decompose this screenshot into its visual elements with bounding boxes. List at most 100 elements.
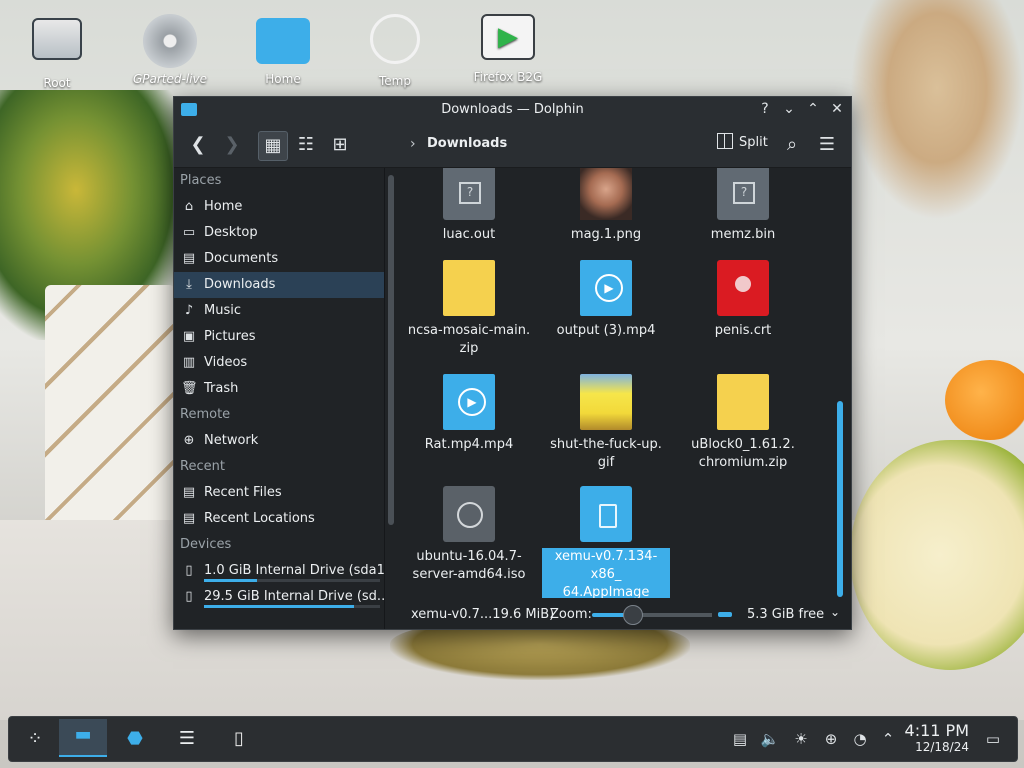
application-launcher-icon[interactable]: ⁘: [19, 723, 51, 755]
desktop-icon-label: Home: [265, 72, 301, 86]
title-bar[interactable]: Downloads — Dolphin ? ⌄ ⌃ ✕: [174, 97, 851, 123]
desktop-icon-root[interactable]: Root: [12, 14, 102, 90]
sidebar-item-pictures[interactable]: ▣ Pictures: [174, 324, 384, 350]
maximize-button[interactable]: ⌃: [804, 100, 822, 118]
split-button[interactable]: Split: [717, 133, 768, 157]
desktop-icon-label: Firefox B2G: [473, 70, 543, 84]
taskbar-dolphin[interactable]: ▬: [59, 719, 107, 757]
sidebar-item-trash[interactable]: 🗑 Trash: [174, 376, 384, 402]
trash-icon: 🗑: [181, 381, 198, 396]
zoom-slider-handle[interactable]: [622, 605, 643, 625]
sidebar-item-label: 1.0 GiB Internal Drive (sda1): [204, 563, 384, 578]
compact-view-button[interactable]: ☷: [292, 131, 320, 159]
file-thumbnail: [717, 260, 769, 316]
file-view-scrollbar[interactable]: [837, 401, 843, 597]
sidebar-item-label: Downloads: [204, 277, 276, 292]
clock-time: 4:11 PM: [904, 721, 969, 740]
file-item[interactable]: penis.crt: [679, 260, 807, 340]
sidebar-item-music[interactable]: ♪ Music: [174, 298, 384, 324]
file-thumbnail: [717, 374, 769, 430]
search-button[interactable]: ⌕: [778, 131, 806, 159]
file-view[interactable]: luac.out mag.1.png memz.bin ncsa-mosaic-mai…: [405, 168, 827, 598]
minimize-button[interactable]: ⌄: [780, 100, 798, 118]
free-space-label[interactable]: 5.3 GiB free: [747, 607, 824, 622]
taskbar-document[interactable]: ▯: [223, 723, 255, 755]
sidebar-item-videos[interactable]: ▥ Videos: [174, 350, 384, 376]
updates-icon[interactable]: ◔: [850, 729, 870, 749]
breadcrumb-downloads[interactable]: Downloads: [427, 136, 507, 151]
wallpaper-decor: [850, 0, 1024, 220]
forward-button[interactable]: ❯: [218, 131, 246, 159]
sidebar-item-network[interactable]: ⊕ Network: [174, 428, 384, 454]
drive-usage-bar: [204, 605, 380, 608]
recent-locations-icon: ▤: [182, 511, 196, 526]
taskbar-system-settings[interactable]: ☰: [171, 723, 203, 755]
wallpaper-pot: [45, 285, 175, 525]
desktop-icon: ▭: [182, 225, 196, 240]
desktop-icon-label: Root: [43, 76, 71, 90]
network-icon: ⊕: [183, 433, 195, 448]
places-panel: Places ⌂ Home ▭ Desktop ▤ Documents ⤓ Downlo…: [174, 168, 385, 629]
clipboard-icon[interactable]: ▤: [730, 729, 750, 749]
zoom-slider[interactable]: [592, 613, 712, 617]
user-icon: [370, 14, 420, 64]
recent-files-icon: ▤: [182, 485, 196, 500]
sidebar-item-desktop[interactable]: ▭ Desktop: [174, 220, 384, 246]
sidebar-item-downloads[interactable]: ⤓ Downloads: [174, 272, 384, 298]
details-view-button[interactable]: ⊞: [326, 131, 354, 159]
pictures-icon: ▣: [182, 329, 196, 344]
file-item[interactable]: xemu-v0.7.134-x86_ 64.AppImage: [542, 486, 670, 598]
back-button[interactable]: ❮: [184, 131, 212, 159]
desktop-icon-firefox-b2g[interactable]: ▶ Firefox B2G: [463, 14, 553, 84]
file-item[interactable]: memz.bin: [679, 168, 807, 244]
file-name: penis.crt: [714, 323, 772, 338]
taskbar-discover[interactable]: ⬣: [119, 723, 151, 755]
close-button[interactable]: ✕: [828, 100, 846, 118]
show-desktop-icon[interactable]: ▭: [983, 729, 1003, 749]
expand-tray-icon[interactable]: ⌃: [878, 729, 898, 749]
file-thumbnail: [580, 486, 632, 542]
desktop-icon-gparted[interactable]: GParted-live: [125, 14, 215, 86]
desktop-icon-label: GParted-live: [132, 72, 207, 86]
file-thumbnail: [580, 260, 632, 316]
file-thumbnail: [580, 374, 632, 430]
file-thumbnail: [580, 168, 632, 220]
file-name: shut-the-fuck-up. gif: [550, 437, 662, 470]
file-item[interactable]: mag.1.png: [542, 168, 670, 244]
sidebar-item-recent-locations[interactable]: ▤ Recent Locations: [174, 506, 384, 532]
sidebar-item-documents[interactable]: ▤ Documents: [174, 246, 384, 272]
chevron-down-icon[interactable]: ⌄: [830, 605, 840, 619]
digital-clock[interactable]: 4:11 PM 12/18/24: [899, 721, 969, 755]
file-item[interactable]: ubuntu-16.04.7- server-amd64.iso: [405, 486, 533, 584]
sidebar-scrollbar[interactable]: [388, 175, 394, 525]
file-item[interactable]: uBlock0_1.61.2. chromium.zip: [679, 374, 807, 472]
section-remote: Remote: [180, 407, 231, 422]
brightness-icon[interactable]: ☀: [791, 729, 811, 749]
file-name: ubuntu-16.04.7- server-amd64.iso: [412, 549, 526, 582]
network-icon[interactable]: ⊕: [821, 729, 841, 749]
file-item[interactable]: Rat.mp4.mp4: [405, 374, 533, 454]
sidebar-item-label: Documents: [204, 251, 279, 266]
drive-usage-fill: [204, 579, 257, 582]
sidebar-item-label: Videos: [204, 355, 248, 370]
sidebar-item-drive-sda1[interactable]: ▯ 1.0 GiB Internal Drive (sda1): [174, 558, 384, 584]
help-button[interactable]: ?: [756, 100, 774, 118]
sidebar-item-recent-files[interactable]: ▤ Recent Files: [174, 480, 384, 506]
file-item[interactable]: shut-the-fuck-up. gif: [542, 374, 670, 472]
sidebar-item-drive-sd[interactable]: ▯ 29.5 GiB Internal Drive (sd...: [174, 584, 384, 610]
sidebar-item-label: Pictures: [204, 329, 256, 344]
file-item[interactable]: luac.out: [405, 168, 533, 244]
toolbar: ❮ ❯ ▦ ☷ ⊞ › Downloads Split ⌕ ☰: [174, 123, 851, 168]
sidebar-item-label: Recent Locations: [204, 511, 315, 526]
file-item[interactable]: output (3).mp4: [542, 260, 670, 340]
sidebar-item-home[interactable]: ⌂ Home: [174, 194, 384, 220]
file-item[interactable]: ncsa-mosaic-main. zip: [405, 260, 533, 358]
volume-icon[interactable]: 🔈: [760, 729, 780, 749]
hamburger-menu-button[interactable]: ☰: [813, 131, 841, 159]
desktop-icon-temp[interactable]: Temp: [350, 14, 440, 88]
icons-view-button[interactable]: ▦: [258, 131, 288, 161]
home-icon: ⌂: [184, 199, 194, 214]
file-name: xemu-v0.7.134-x86_ 64.AppImage: [542, 548, 670, 598]
play-icon: ▶: [481, 14, 535, 60]
desktop-icon-home[interactable]: Home: [238, 14, 328, 86]
